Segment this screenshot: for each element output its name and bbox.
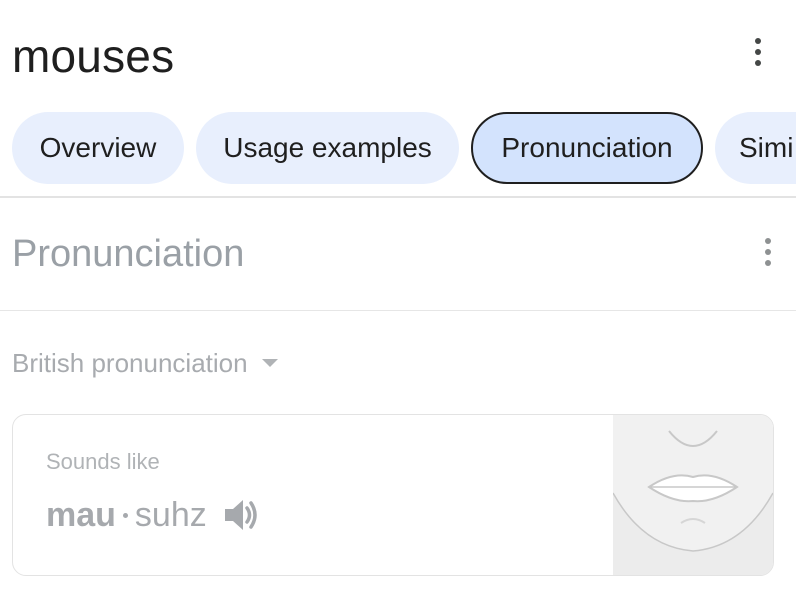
divider (0, 196, 796, 198)
speaker-icon[interactable] (221, 495, 261, 535)
tab-overview[interactable]: Overview (12, 112, 184, 184)
syllable-separator (122, 512, 128, 518)
pronunciation-card: Sounds like mau suhz (12, 414, 774, 576)
more-options-button[interactable] (738, 32, 778, 72)
caret-down-icon (261, 359, 278, 367)
section-more-button[interactable] (748, 232, 788, 272)
word-title: mouses (12, 30, 175, 82)
accent-dropdown[interactable]: British pronunciation (12, 344, 278, 382)
section-title: Pronunciation (12, 233, 245, 275)
phonetic-spelling: mau suhz (46, 491, 261, 539)
tab-usage-examples[interactable]: Usage examples (196, 112, 459, 184)
tab-similar[interactable]: Simi (715, 112, 796, 184)
more-vert-icon (755, 38, 761, 44)
syllable-stressed: mau (46, 495, 116, 534)
mouth-illustration (612, 415, 773, 575)
page: mouses Overview Usage examples Pronuncia… (0, 0, 796, 602)
more-vert-icon (765, 238, 771, 244)
tab-bar: Overview Usage examples Pronunciation Si… (12, 112, 796, 184)
syllable: suhz (134, 495, 207, 534)
tab-pronunciation[interactable]: Pronunciation (471, 112, 703, 184)
accent-dropdown-label: British pronunciation (12, 347, 248, 378)
divider (0, 310, 796, 311)
sounds-like-label: Sounds like (46, 449, 160, 474)
